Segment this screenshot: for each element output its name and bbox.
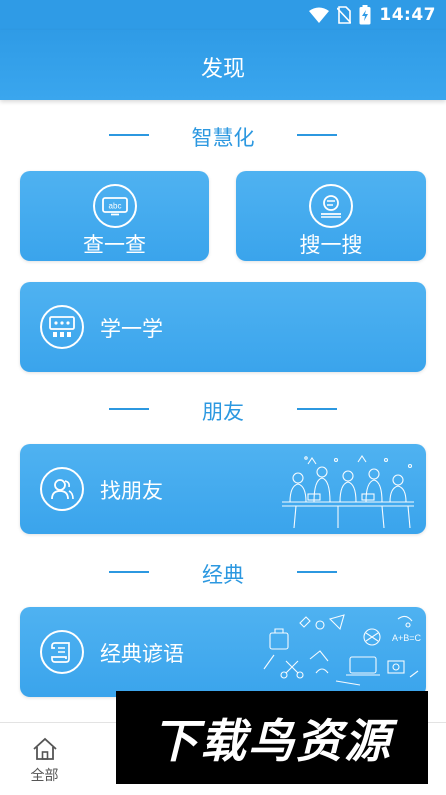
section-title-classic: 经典	[202, 563, 244, 587]
find-friends-card[interactable]: 找朋友	[20, 444, 426, 534]
abc-board-icon: abc	[92, 184, 137, 228]
status-time: 14:47	[379, 5, 436, 25]
classroom-icon	[40, 305, 84, 349]
scroll-icon	[40, 630, 84, 674]
svg-text:A+B=C: A+B=C	[392, 633, 422, 643]
status-icons: 14:47	[309, 4, 436, 26]
svg-text:abc: abc	[108, 202, 121, 211]
divider-line	[297, 571, 337, 573]
people-icon	[40, 467, 84, 511]
no-sim-icon	[337, 6, 352, 24]
section-title-smart: 智慧化	[191, 126, 255, 150]
section-title-friends: 朋友	[202, 400, 244, 424]
section-header-classic: 经典	[0, 557, 446, 587]
friends-illustration	[282, 455, 414, 529]
section-header-friends: 朋友	[0, 394, 446, 424]
app-bar: 发现	[0, 30, 446, 100]
page-title: 发现	[200, 57, 245, 82]
search-label: 搜一搜	[299, 233, 363, 257]
battery-charging-icon	[359, 5, 371, 25]
learn-card[interactable]: 学一学	[20, 282, 426, 372]
section-header-smart: 智慧化	[0, 120, 446, 150]
wifi-icon	[309, 7, 330, 23]
tab-label: 全部	[30, 768, 59, 784]
school-doodles-illustration: A+B=C	[263, 614, 422, 686]
tab-all[interactable]: 全部	[0, 723, 89, 795]
find-friends-label: 找朋友	[100, 479, 163, 503]
status-bar: 14:47	[0, 0, 446, 30]
lookup-card[interactable]: abc 查一查	[20, 171, 209, 261]
divider-line	[297, 134, 337, 136]
home-icon	[32, 737, 57, 760]
lookup-label: 查一查	[83, 233, 146, 257]
proverbs-label: 经典谚语	[100, 642, 184, 666]
proverbs-card[interactable]: 经典谚语 A+B=C	[20, 607, 426, 697]
search-document-icon	[309, 184, 353, 228]
search-card[interactable]: 搜一搜	[236, 171, 426, 261]
divider-line	[297, 408, 337, 410]
learn-label: 学一学	[100, 317, 163, 341]
watermark-banner: 下载鸟资源	[116, 691, 428, 784]
